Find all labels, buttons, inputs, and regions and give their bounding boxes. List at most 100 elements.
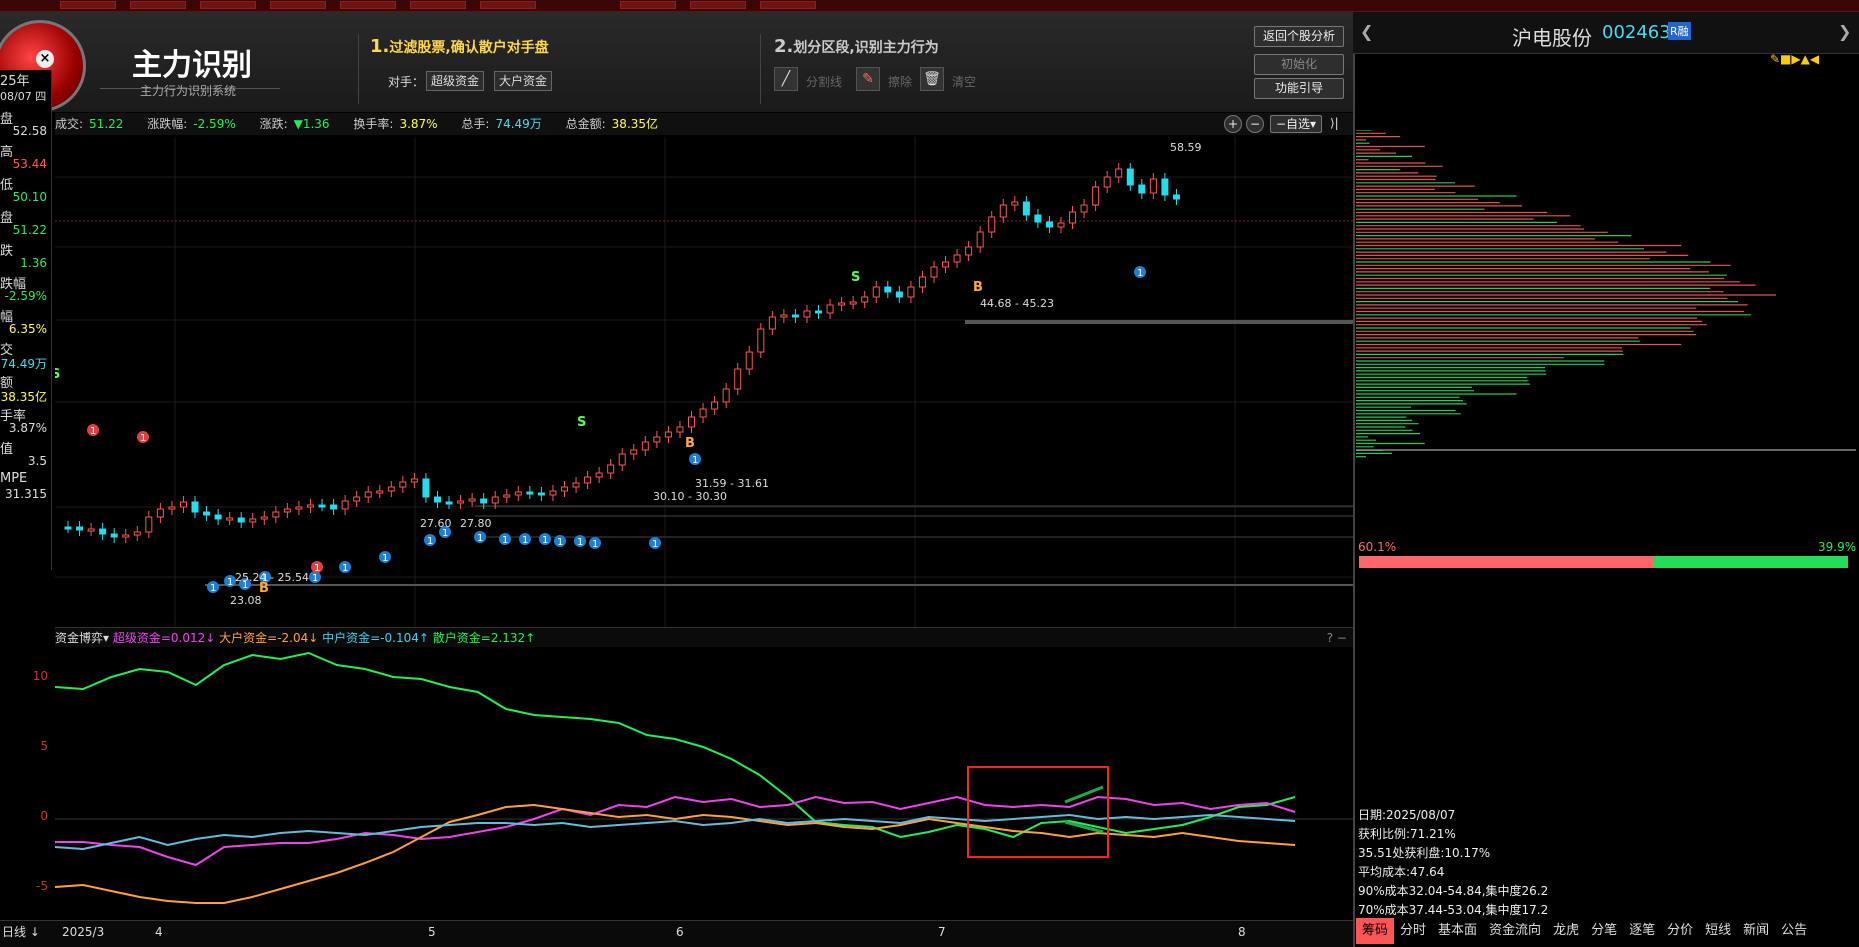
candle-body	[965, 246, 973, 256]
prev-stock-icon[interactable]: ❮	[1360, 22, 1373, 41]
eraser-icon[interactable]: ✎	[856, 67, 880, 91]
candle-body	[653, 436, 661, 443]
y-tick: 0	[40, 809, 48, 823]
split-line-icon[interactable]: ╱	[774, 67, 798, 91]
step1-heading: 1.过滤股票,确认散户对手盘	[370, 36, 549, 57]
tab-0[interactable]: 筹码	[1356, 918, 1395, 944]
candle-body	[179, 501, 187, 508]
fund-flow-indicator-chart[interactable]	[55, 647, 1353, 922]
candle-body	[330, 504, 338, 510]
divider	[760, 34, 761, 104]
chip-histogram	[1356, 130, 1856, 458]
price-annotation: 27.60	[420, 517, 452, 530]
collapse-icon[interactable]: ⟩|	[1330, 116, 1339, 130]
menu-tab[interactable]	[340, 1, 396, 9]
candle-body	[503, 494, 511, 498]
zoom-in-button[interactable]: +	[1224, 115, 1242, 133]
mid-fund-legend: 中户资金=-0.104↑	[322, 631, 429, 645]
candle-body	[168, 506, 176, 510]
signal-letter: B	[973, 280, 983, 295]
tab-6[interactable]: 逐笔	[1623, 918, 1661, 944]
menu-tab[interactable]	[200, 1, 256, 9]
close-icon[interactable]: ×	[36, 50, 54, 68]
tab-2[interactable]: 基本面	[1432, 918, 1483, 944]
tab-9[interactable]: 新闻	[1737, 918, 1775, 944]
profit-bar	[1359, 556, 1653, 568]
super-fund-button[interactable]: 超级资金	[426, 71, 484, 91]
divider	[358, 34, 359, 104]
y-tick: -5	[36, 879, 48, 893]
candle-body	[607, 464, 615, 474]
indicator-name[interactable]: 资金博弈▾	[55, 631, 109, 645]
candle-body	[803, 310, 811, 318]
watchlist-button[interactable]: −自选▾	[1270, 115, 1322, 133]
candle-body	[364, 491, 372, 498]
quote-row-value: 6.35%	[8, 322, 47, 336]
candle-body	[433, 496, 441, 503]
menu-tab[interactable]	[690, 1, 746, 9]
zoom-out-button[interactable]: −	[1246, 115, 1264, 133]
retail-fund-legend: 散户资金=2.132↑	[432, 631, 536, 645]
quote-row-label: 值	[0, 442, 14, 457]
menu-tab[interactable]	[270, 1, 326, 9]
signal-marker-label: 1	[522, 535, 528, 546]
candle-body	[745, 351, 753, 370]
tab-1[interactable]: 分时	[1394, 918, 1432, 944]
price-annotation: 30.10 - 30.30	[653, 490, 727, 503]
menu-tab[interactable]	[620, 1, 676, 9]
candle-body	[1103, 176, 1111, 188]
amount-value: 38.35亿	[611, 117, 659, 131]
menu-tab[interactable]	[410, 1, 466, 9]
trash-icon[interactable]: 🗑	[920, 67, 944, 91]
candle-body	[191, 501, 199, 513]
candle-body	[641, 441, 649, 451]
chg-label: 涨跌:	[259, 117, 288, 131]
tab-5[interactable]: 分笔	[1585, 918, 1623, 944]
tab-8[interactable]: 短线	[1699, 918, 1737, 944]
signal-marker-label: 1	[227, 577, 233, 588]
candle-body	[1034, 214, 1042, 223]
init-button[interactable]: 初始化	[1254, 54, 1344, 75]
candle-body	[688, 416, 696, 428]
candle-body	[387, 486, 395, 492]
signal-marker-label: 1	[557, 537, 563, 548]
turnover-label: 换手率:	[353, 117, 394, 131]
price-annotation: 44.68 - 45.23	[980, 297, 1054, 310]
menu-tab[interactable]	[480, 1, 536, 9]
menu-tab[interactable]	[130, 1, 186, 9]
tab-10[interactable]: 公告	[1775, 918, 1813, 944]
tab-4[interactable]: 龙虎	[1547, 918, 1585, 944]
price-annotation: 27.80	[460, 517, 492, 530]
quote-side-panel: 25年 08/07 四 盘 52.58 高 53.44 低 50.10 盘 51.22 跌 1.3…	[0, 70, 52, 570]
tab-3[interactable]: 资金流向	[1483, 918, 1547, 944]
big-fund-button[interactable]: 大户资金	[494, 71, 552, 91]
candle-body	[214, 514, 222, 520]
candle-body	[145, 516, 153, 533]
chip-toolbar-icons[interactable]: ✎■▶▲◀	[1770, 52, 1819, 66]
signal-marker-label: 1	[312, 573, 318, 584]
candlestick-chart[interactable]: 11 11 11111 1 1 1 1 1 1 1 111111SSSBBB58.5944.68 -…	[55, 137, 1353, 627]
candle-body	[1069, 211, 1077, 224]
tab-7[interactable]: 分价	[1661, 918, 1699, 944]
candle-body	[272, 511, 280, 518]
candle-body	[514, 491, 522, 496]
signal-marker-label: 1	[542, 535, 548, 546]
bottom-tabs: 筹码 分时 基本面 资金流向 龙虎 分笔 逐笔 分价 短线 新闻 公告	[1356, 918, 1859, 944]
back-to-stock-button[interactable]: 返回个股分析	[1254, 26, 1344, 47]
period-selector[interactable]: 日线 ↓	[2, 921, 40, 943]
candle-body	[376, 490, 384, 494]
guide-button[interactable]: 功能引导	[1254, 78, 1344, 99]
candle-body	[445, 501, 453, 505]
candle-body	[549, 490, 557, 496]
hands-value: 74.49万	[495, 117, 542, 131]
menu-tab[interactable]	[760, 1, 816, 9]
candle-body	[133, 531, 141, 536]
menu-tab[interactable]	[60, 1, 116, 9]
indicator-help[interactable]: ? −	[1327, 628, 1347, 648]
date-tick: 6	[676, 925, 684, 939]
quote-row-value: 38.35亿	[0, 390, 47, 404]
next-stock-icon[interactable]: ❯	[1838, 22, 1851, 41]
highlight-box	[967, 766, 1109, 858]
trend-arrow	[1064, 785, 1104, 804]
candle-body	[630, 449, 638, 455]
